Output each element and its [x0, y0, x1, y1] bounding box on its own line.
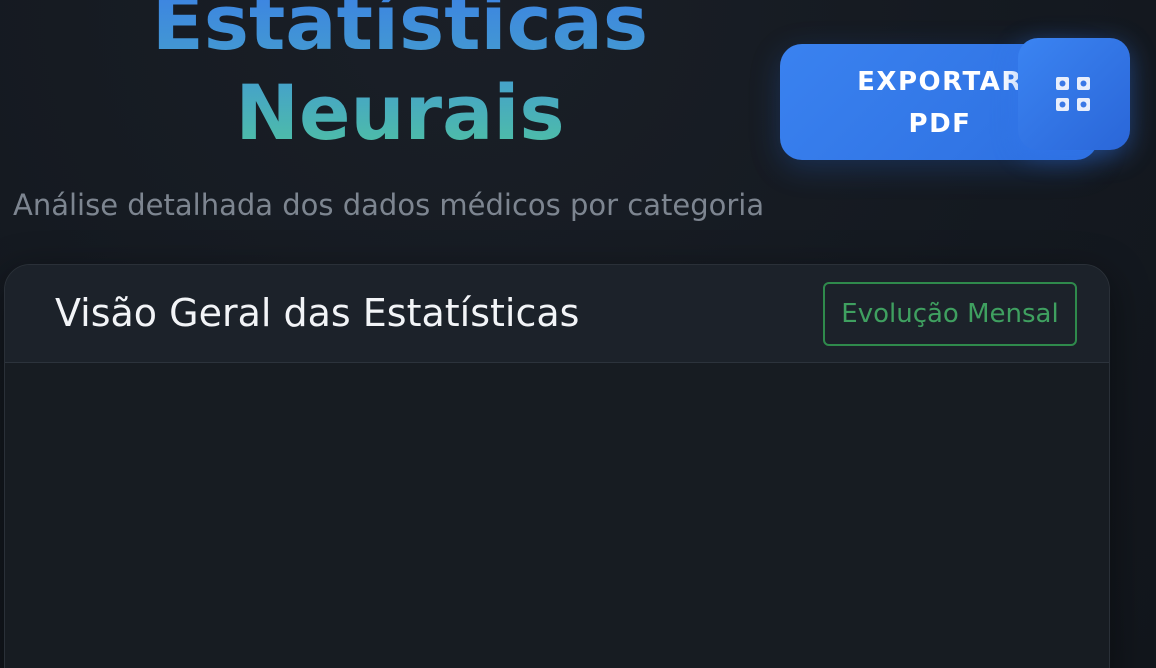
page-subtitle: Análise detalhada dos dados médicos por …: [13, 188, 765, 222]
page-title: Estatísticas Neurais: [120, 0, 680, 158]
export-pdf-label: EXPORTAR PDF: [857, 67, 1023, 139]
chart-area: [5, 363, 1109, 668]
grid-icon: [1056, 77, 1090, 111]
stats-page: Estatísticas Neurais Análise detalhada d…: [0, 0, 1156, 668]
card-title: Visão Geral das Estatísticas: [55, 291, 580, 335]
grid-menu-button[interactable]: [1018, 38, 1130, 150]
stats-overview-card: Visão Geral das Estatísticas Evolução Me…: [4, 264, 1110, 668]
monthly-evolution-button[interactable]: Evolução Mensal: [823, 282, 1077, 346]
card-header: Visão Geral das Estatísticas Evolução Me…: [5, 265, 1109, 363]
